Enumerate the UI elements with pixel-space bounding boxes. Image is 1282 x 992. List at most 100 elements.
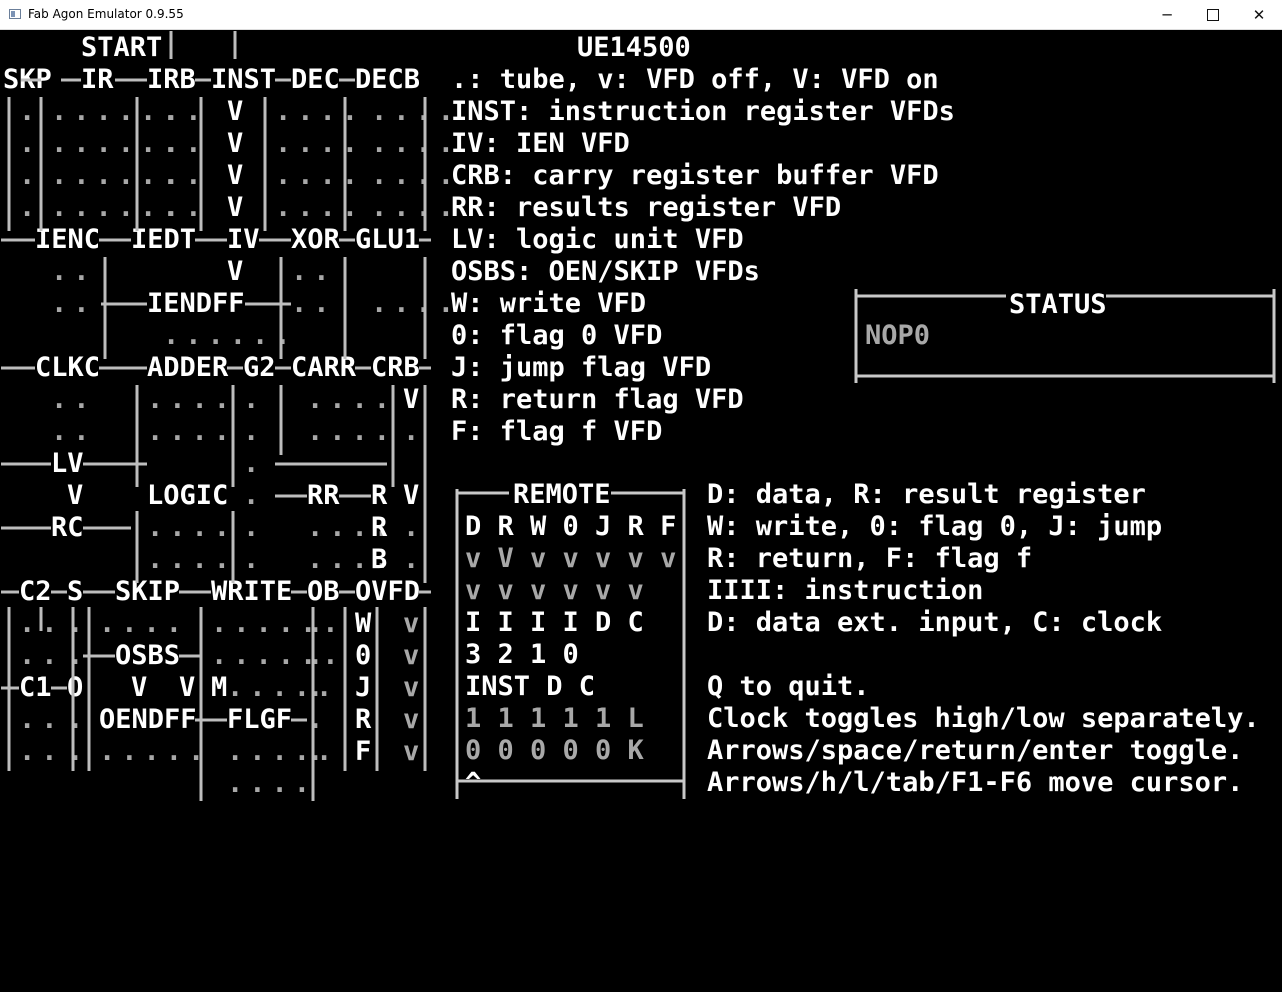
diagram-label: IENDFF	[147, 288, 245, 319]
diagram-dots: .	[19, 128, 41, 159]
diagram-label: WRITE	[211, 576, 292, 607]
diagram-label: OSBS	[115, 640, 180, 671]
diagram-label: XOR	[291, 224, 341, 255]
diagram-label: O	[67, 672, 83, 703]
help-line: D: data ext. input, C: clock	[707, 607, 1162, 638]
legend-line: OSBS: OEN/SKIP VFDs	[451, 256, 760, 287]
vfd-on-marker: V	[67, 480, 83, 511]
diagram-dots: ....	[275, 160, 364, 191]
diagram-label: CRB	[371, 352, 420, 383]
minimize-button[interactable]: ─	[1144, 0, 1190, 30]
diagram-dots: ..	[291, 288, 336, 319]
diagram-label: ADDER	[147, 352, 229, 383]
minimize-icon: ─	[1162, 6, 1172, 24]
vfd-on-marker: V	[179, 672, 195, 703]
vfd-on-marker: V	[227, 128, 243, 159]
remote-row6: 1 1 1 1 1 L	[465, 703, 644, 734]
help-line: Clock toggles high/low separately.	[707, 703, 1260, 734]
diagram-dots: .	[243, 544, 265, 575]
legend-line: J: jump flag VFD	[451, 352, 711, 383]
diagram-dots: v	[403, 608, 425, 639]
diagram-label: RR	[307, 480, 340, 511]
help-line: IIII: instruction	[707, 575, 983, 606]
register-letter: W	[355, 608, 372, 639]
diagram-dots: .	[403, 512, 425, 543]
diagram-label: S	[67, 576, 83, 607]
diagram-dots: .	[67, 736, 89, 767]
diagram-label: LOGIC	[147, 480, 228, 511]
vfd-on-marker: V	[227, 192, 243, 223]
remote-row2: v v v v v v	[465, 575, 644, 606]
vfd-on-marker: V	[403, 384, 419, 415]
diagram-dots: ....	[147, 384, 236, 415]
diagram-label: START	[81, 32, 162, 63]
diagram-label: RC	[51, 512, 84, 543]
diagram-dots: .	[243, 416, 265, 447]
diagram-label: CARR	[291, 352, 357, 383]
remote-row7: 0 0 0 0 0 K	[465, 735, 645, 766]
emulator-screen[interactable]: UE14500.: tube, v: VFD off, V: VFD on INS…	[1, 31, 1281, 991]
remote-cursor: ^	[465, 767, 481, 798]
diagram-dots: ....	[275, 192, 364, 223]
diagram-label: GLU1	[355, 224, 420, 255]
register-letter: F	[355, 736, 371, 767]
legend-line: .: tube, v: VFD off, V: VFD on	[451, 64, 939, 95]
legend-line: INST: instruction register VFDs	[451, 96, 955, 127]
diagram-label: OVFD	[355, 576, 420, 607]
diagram-dots: .	[307, 640, 329, 671]
diagram-label: C1	[19, 672, 52, 703]
diagram-label: FLGF	[227, 704, 292, 735]
diagram-dots: .	[243, 384, 265, 415]
diagram-dots: ....	[371, 192, 460, 223]
diagram-dots: ..	[291, 256, 336, 287]
status-label: STATUS	[1009, 289, 1107, 320]
remote-header: D R W 0 J R F	[465, 511, 676, 542]
remote-label: REMOTE	[513, 479, 611, 510]
vfd-on-marker: V	[227, 256, 243, 287]
help-line: Q to quit.	[707, 671, 870, 702]
diagram-dots: ..	[51, 416, 96, 447]
diagram-label: DEC	[291, 64, 340, 95]
window-titlebar[interactable]: Fab Agon Emulator 0.9.55 ─ ✕	[0, 0, 1282, 30]
register-letter: R	[371, 480, 388, 511]
diagram-dots: ..	[19, 640, 64, 671]
diagram-label: IENC	[35, 224, 100, 255]
legend-line: W: write VFD	[451, 288, 646, 319]
app-title: UE14500	[577, 32, 691, 63]
help-line: D: data, R: result register	[707, 479, 1146, 510]
remote-row5: INST D C	[465, 671, 595, 702]
close-button[interactable]: ✕	[1236, 0, 1282, 30]
register-letter: R	[371, 512, 388, 543]
diagram-dots: ....	[227, 768, 316, 799]
diagram-dots: v	[403, 640, 425, 671]
diagram-dots: .	[403, 416, 425, 447]
diagram-dots: .	[243, 448, 265, 479]
diagram-dots: v	[403, 672, 425, 703]
app-icon	[9, 9, 21, 19]
help-line: W: write, 0: flag 0, J: jump	[707, 511, 1162, 542]
diagram-dots: ....	[371, 128, 460, 159]
diagram-label: M	[211, 672, 227, 703]
diagram-label: G2	[243, 352, 276, 383]
remote-row1: v V v v v v v	[465, 543, 676, 574]
diagram-dots: ....	[371, 96, 460, 127]
vfd-on-marker: V	[403, 480, 419, 511]
diagram-dots: v	[403, 704, 425, 735]
diagram-dots: ....	[99, 608, 188, 639]
window-title: Fab Agon Emulator 0.9.55	[28, 7, 184, 21]
diagram-label: OENDFF	[99, 704, 197, 735]
diagram-dots: .	[19, 160, 41, 191]
maximize-icon	[1207, 9, 1219, 21]
remote-row3: I I I I D C	[465, 607, 644, 638]
diagram-label: OB	[307, 576, 340, 607]
diagram-label: INST	[211, 64, 276, 95]
diagram-label: C2	[19, 576, 52, 607]
diagram-dots: ..	[51, 288, 96, 319]
remote-row4: 3 2 1 0	[465, 639, 579, 670]
diagram-dots: .	[67, 704, 89, 735]
diagram-dots: .	[67, 608, 89, 639]
diagram-label: IV	[227, 224, 260, 255]
diagram-dots: ....	[147, 416, 236, 447]
maximize-button[interactable]	[1190, 0, 1236, 30]
diagram-dots: .	[307, 736, 329, 767]
